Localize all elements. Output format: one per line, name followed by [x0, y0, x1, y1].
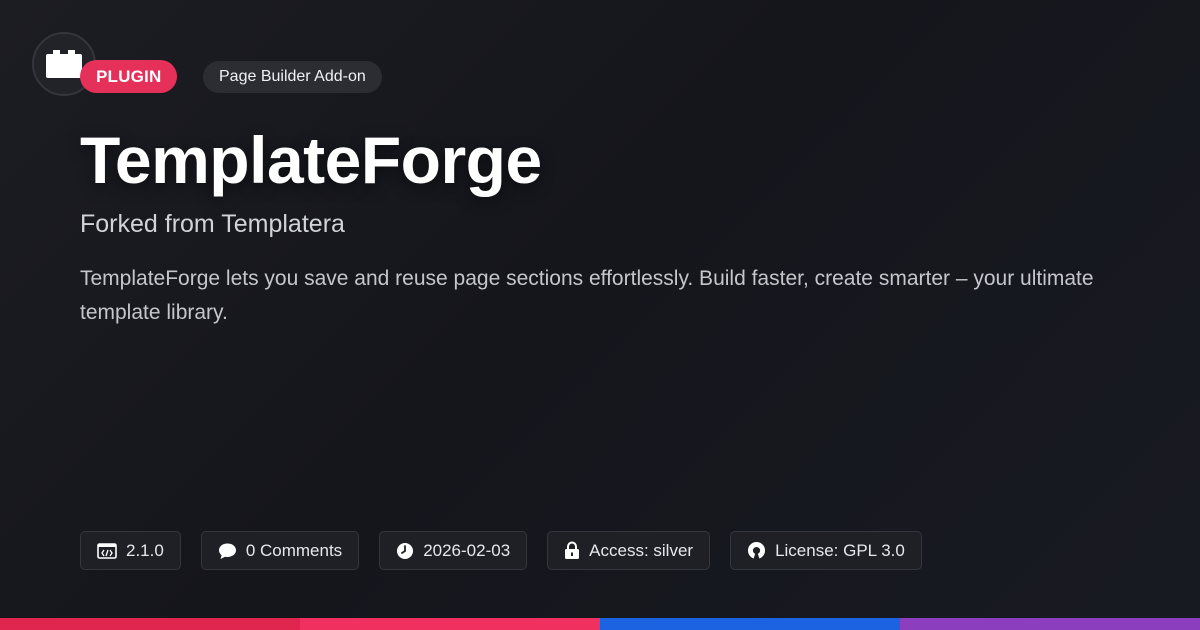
comments-pill[interactable]: 0 Comments [200, 531, 360, 570]
license-text: License: GPL 3.0 [775, 540, 905, 560]
bar-segment [600, 618, 900, 630]
page-subtitle: Forked from Templatera [80, 210, 345, 238]
date-text: 2026-02-03 [423, 540, 511, 560]
open-source-icon [748, 541, 766, 559]
comment-icon [218, 543, 236, 559]
bar-segment [300, 618, 600, 630]
page-title: TemplateForge [80, 123, 542, 197]
bar-segment [900, 618, 1200, 630]
version-text: 2.1.0 [126, 540, 164, 560]
access-pill: Access: silver [547, 531, 711, 570]
category-badge[interactable]: Page Builder Add-on [203, 61, 382, 93]
version-pill: 2.1.0 [80, 531, 181, 570]
plugin-type-badge[interactable]: PLUGIN [80, 60, 178, 93]
access-text: Access: silver [589, 540, 694, 560]
date-pill: 2026-02-03 [379, 531, 528, 570]
clock-icon [397, 542, 414, 559]
lock-icon [565, 541, 580, 559]
license-pill: License: GPL 3.0 [730, 531, 922, 570]
bottom-color-bar [0, 618, 1200, 630]
bar-segment [0, 618, 300, 630]
code-icon [97, 542, 117, 559]
comments-text: 0 Comments [245, 540, 343, 560]
meta-row: 2.1.0 0 Comments 2026-02-03 Access: silv… [80, 531, 922, 570]
puzzle-brick-icon [46, 50, 82, 78]
page-description: TemplateForge lets you save and reuse pa… [80, 267, 1094, 324]
